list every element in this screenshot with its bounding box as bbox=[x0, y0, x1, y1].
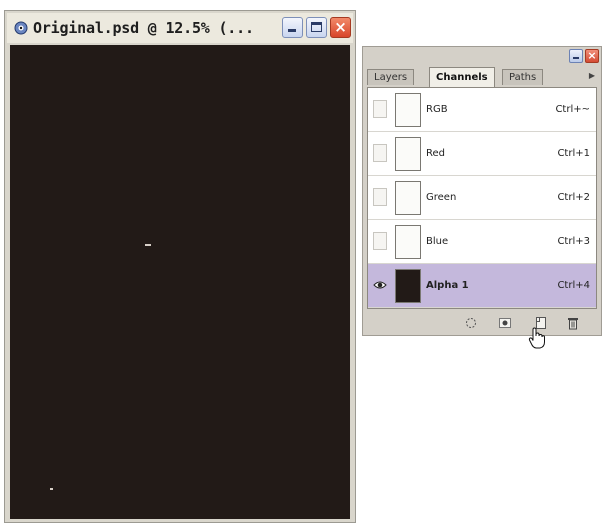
channel-name: Red bbox=[426, 148, 445, 159]
channel-thumbnail bbox=[395, 137, 421, 171]
canvas-speck bbox=[145, 244, 151, 246]
channel-name: Green bbox=[426, 192, 457, 203]
document-titlebar[interactable]: Original.psd @ 12.5% (... × bbox=[7, 13, 353, 43]
channel-row-rgb[interactable]: RGB Ctrl+~ bbox=[368, 88, 596, 132]
visibility-toggle[interactable] bbox=[373, 232, 387, 250]
save-selection-icon[interactable] bbox=[497, 315, 513, 331]
close-button[interactable]: × bbox=[330, 17, 351, 38]
channel-name: RGB bbox=[426, 104, 448, 115]
channel-row-red[interactable]: Red Ctrl+1 bbox=[368, 132, 596, 176]
palette-tabs: Layers Channels Paths ▶ bbox=[367, 67, 597, 87]
channel-shortcut: Ctrl+2 bbox=[557, 192, 590, 203]
visibility-toggle[interactable] bbox=[373, 188, 387, 206]
channels-palette: × Layers Channels Paths ▶ RGB Ctrl+~ Red… bbox=[362, 46, 602, 336]
load-selection-icon[interactable] bbox=[463, 315, 479, 331]
eye-icon[interactable] bbox=[373, 276, 387, 294]
channel-name: Alpha 1 bbox=[426, 280, 469, 291]
palette-close-button[interactable]: × bbox=[585, 49, 599, 63]
delete-channel-icon[interactable] bbox=[565, 315, 581, 331]
channel-thumbnail bbox=[395, 93, 421, 127]
document-canvas[interactable] bbox=[10, 45, 350, 519]
visibility-toggle[interactable] bbox=[373, 100, 387, 118]
channel-row-blue[interactable]: Blue Ctrl+3 bbox=[368, 220, 596, 264]
tab-paths[interactable]: Paths bbox=[502, 69, 544, 85]
hand-cursor-icon bbox=[528, 327, 546, 349]
channel-row-green[interactable]: Green Ctrl+2 bbox=[368, 176, 596, 220]
tab-layers[interactable]: Layers bbox=[367, 69, 415, 85]
channel-shortcut: Ctrl+1 bbox=[557, 148, 590, 159]
palette-menu-arrow-icon[interactable]: ▶ bbox=[589, 71, 595, 80]
channel-thumbnail bbox=[395, 225, 421, 259]
channel-thumbnail bbox=[395, 181, 421, 215]
minimize-button[interactable] bbox=[282, 17, 303, 38]
channel-shortcut: Ctrl+4 bbox=[557, 280, 590, 291]
channel-shortcut: Ctrl+3 bbox=[557, 236, 590, 247]
palette-minimize-button[interactable] bbox=[569, 49, 583, 63]
maximize-button[interactable] bbox=[306, 17, 327, 38]
document-title: Original.psd @ 12.5% (... bbox=[33, 19, 254, 37]
visibility-toggle[interactable] bbox=[373, 144, 387, 162]
channel-row-alpha-1[interactable]: Alpha 1 Ctrl+4 bbox=[368, 264, 596, 308]
tab-channels[interactable]: Channels bbox=[429, 67, 495, 87]
channel-list: RGB Ctrl+~ Red Ctrl+1 Green Ctrl+2 Blue … bbox=[367, 87, 597, 309]
channel-shortcut: Ctrl+~ bbox=[555, 104, 590, 115]
palette-titlebar[interactable]: × bbox=[363, 47, 601, 65]
canvas-speck bbox=[50, 488, 53, 490]
palette-footer bbox=[367, 313, 597, 333]
channel-name: Blue bbox=[426, 236, 449, 247]
document-window: Original.psd @ 12.5% (... × bbox=[4, 10, 356, 523]
channel-thumbnail bbox=[395, 269, 421, 303]
photoshop-eye-icon bbox=[13, 20, 29, 36]
